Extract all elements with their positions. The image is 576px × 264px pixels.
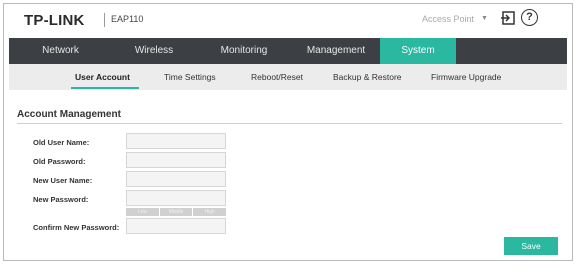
tab-system[interactable]: System — [380, 38, 456, 64]
mode-select[interactable]: Access Point — [422, 14, 474, 24]
password-strength-meter: Low Middle High — [126, 208, 227, 216]
strength-low: Low — [126, 208, 160, 216]
section-title: Account Management — [17, 109, 121, 120]
tab-monitoring[interactable]: Monitoring — [196, 38, 292, 64]
subtab-reboot-reset[interactable]: Reboot/Reset — [251, 64, 303, 90]
main-nav: Network Wireless Monitoring Management S… — [9, 38, 567, 64]
tab-management[interactable]: Management — [292, 38, 380, 64]
section-divider — [17, 123, 562, 124]
subtab-time-settings[interactable]: Time Settings — [164, 64, 216, 90]
new-password-label: New Password: — [33, 195, 89, 204]
logout-icon[interactable] — [500, 10, 516, 26]
subtab-firmware-upgrade[interactable]: Firmware Upgrade — [431, 64, 501, 90]
confirm-password-field[interactable] — [126, 218, 226, 234]
chevron-down-icon[interactable]: ▼ — [481, 15, 488, 22]
subtab-backup-restore[interactable]: Backup & Restore — [333, 64, 402, 90]
sub-nav: User Account Time Settings Reboot/Reset … — [9, 64, 567, 90]
old-user-name-label: Old User Name: — [33, 138, 90, 147]
strength-middle: Middle — [159, 208, 194, 216]
new-password-field[interactable] — [126, 190, 226, 206]
old-password-label: Old Password: — [33, 157, 86, 166]
old-password-field[interactable] — [126, 152, 226, 168]
header: TP-LINK EAP110 Access Point ▼ ? — [4, 4, 572, 38]
app-frame: TP-LINK EAP110 Access Point ▼ ? Network … — [3, 3, 573, 261]
strength-high: High — [193, 208, 227, 216]
new-user-name-label: New User Name: — [33, 176, 93, 185]
confirm-password-label: Confirm New Password: — [33, 223, 120, 232]
tab-network[interactable]: Network — [9, 38, 112, 64]
old-user-name-field[interactable] — [126, 133, 226, 149]
active-subtab-indicator — [71, 87, 139, 89]
tab-wireless[interactable]: Wireless — [112, 38, 196, 64]
logo-divider — [104, 13, 105, 27]
brand-logo: TP-LINK — [24, 12, 85, 29]
model-name: EAP110 — [111, 14, 144, 24]
save-button[interactable]: Save — [504, 237, 558, 255]
new-user-name-field[interactable] — [126, 171, 226, 187]
help-icon[interactable]: ? — [521, 9, 538, 26]
